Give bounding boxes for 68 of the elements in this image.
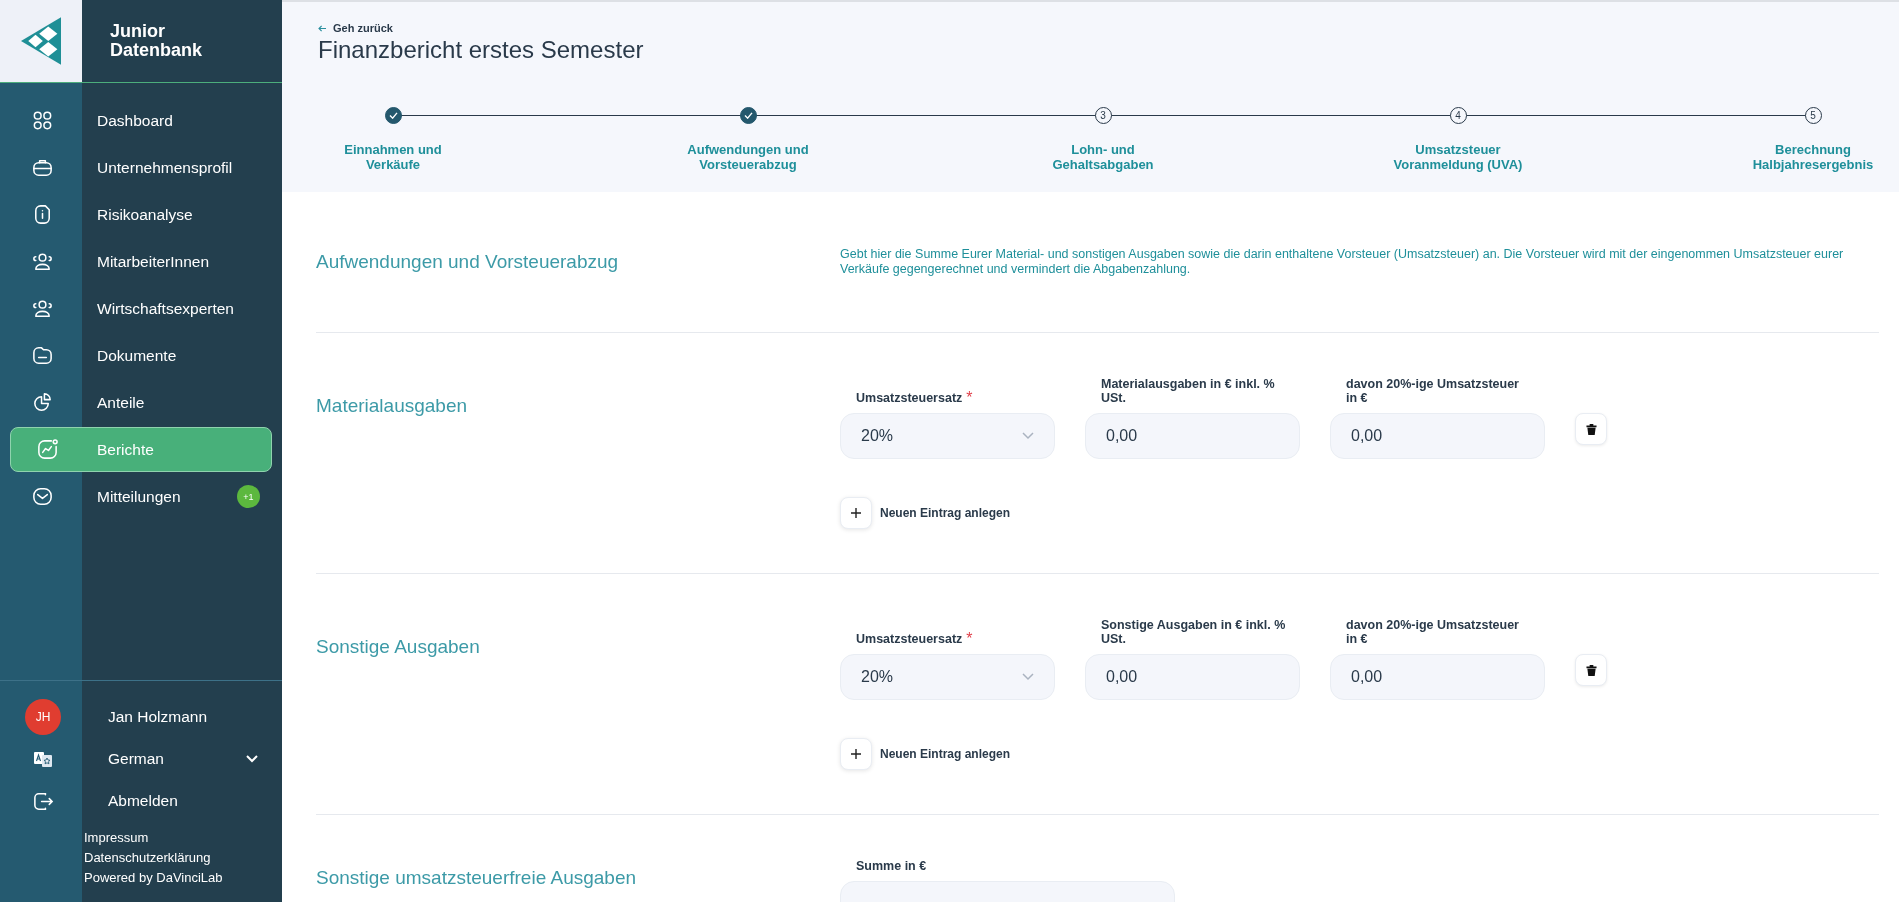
step-number: 5 xyxy=(1804,107,1822,124)
footer-link[interactable]: Impressum xyxy=(84,828,282,848)
field-label: Umsatzsteuersatz xyxy=(856,632,963,646)
nav-item[interactable]: Mitteilungen +1 xyxy=(0,474,272,519)
step-label[interactable]: Umsatzsteuer Voranmeldung (UVA) xyxy=(1393,142,1523,172)
nav-item[interactable]: Wirtschaftsexperten xyxy=(0,286,272,331)
chevron-down-icon xyxy=(1022,673,1034,681)
step-number: 3 xyxy=(1094,107,1112,124)
delete-button[interactable] xyxy=(1575,654,1607,686)
nav-item[interactable]: Unternehmensprofil xyxy=(0,145,272,190)
logo-icon xyxy=(21,17,61,65)
page-title: Finanzbericht erstes Semester xyxy=(318,36,645,64)
avatar: JH xyxy=(25,699,61,735)
arrow-left-icon xyxy=(318,24,327,32)
chevron-down-icon xyxy=(1022,432,1034,440)
input-field[interactable]: 0,00 xyxy=(1330,413,1545,459)
section-title: Aufwendungen und Vorsteuerabzug xyxy=(316,251,620,273)
plus-icon xyxy=(851,749,861,759)
step-label[interactable]: Lohn- und Gehaltsabgaben xyxy=(1052,142,1154,172)
field-label: Sonstige Ausgaben in € inkl. % USt. xyxy=(1101,618,1286,646)
nav-item[interactable]: MitarbeiterInnen xyxy=(0,239,272,284)
count-badge: +1 xyxy=(237,485,260,508)
section-title: Sonstige Ausgaben xyxy=(316,636,481,658)
step-number: 4 xyxy=(1449,107,1467,124)
required-mark: * xyxy=(966,391,973,405)
input-field[interactable]: 0,00 xyxy=(1085,654,1300,700)
step-label[interactable]: Aufwendungen und Vorsteuerabzug xyxy=(687,142,809,172)
line-chart-icon xyxy=(35,438,59,461)
envelope-icon xyxy=(30,485,54,508)
select-field[interactable]: 20% xyxy=(840,413,1055,459)
logout-button[interactable]: Abmelden xyxy=(0,780,282,822)
add-button[interactable] xyxy=(840,738,872,770)
user-name: Jan Holzmann xyxy=(107,708,209,726)
plus-icon xyxy=(851,508,861,518)
add-entry-label[interactable]: Neuen Eintrag anlegen xyxy=(880,747,1011,761)
checkmark-icon xyxy=(388,112,398,119)
trash-icon xyxy=(1585,422,1597,436)
input-field[interactable]: 0,00 xyxy=(1085,413,1300,459)
language-select[interactable]: German xyxy=(0,738,282,780)
delete-button[interactable] xyxy=(1575,413,1607,445)
step-label[interactable]: Berechnung Halbjahresergebnis xyxy=(1752,142,1874,172)
section-title: Sonstige umsatzsteuerfreie Ausgaben xyxy=(316,867,638,889)
footer-link[interactable]: Powered by DaVinciLab xyxy=(84,868,282,888)
select-field[interactable]: 20% xyxy=(840,654,1055,700)
section-title: Materialausgaben xyxy=(316,395,469,417)
nav-item[interactable]: Risikoanalyse xyxy=(0,192,272,237)
add-entry-label[interactable]: Neuen Eintrag anlegen xyxy=(880,506,1011,520)
step-label[interactable]: Einnahmen und Verkäufe xyxy=(344,142,442,172)
folder-icon xyxy=(30,344,54,367)
add-button[interactable] xyxy=(840,497,872,529)
nav-item[interactable]: Dokumente xyxy=(0,333,272,378)
checkmark-icon xyxy=(743,112,753,119)
field-label: davon 20%-ige Umsatzsteuer in € xyxy=(1346,377,1519,405)
back-link[interactable]: Geh zurück xyxy=(318,22,393,34)
trash-icon xyxy=(1585,663,1597,677)
nav-item[interactable]: Anteile xyxy=(0,380,272,425)
field-label: Umsatzsteuersatz xyxy=(856,391,963,405)
nav-item[interactable]: Dashboard xyxy=(0,98,272,143)
brand-name: Junior Datenbank xyxy=(109,22,204,60)
field-label: Summe in € xyxy=(856,859,927,873)
input-field[interactable]: 0,00 xyxy=(1330,654,1545,700)
chevron-down-icon xyxy=(246,755,258,763)
section-description: Gebt hier die Summe Eurer Material- und sonstigen Ausgaben sowie die darin enthaltene Vorsteuer (Umsatzsteuer) an. Die Vorsteuer wird mit der eingenommen Umsatzsteuer eurer Verkäufe gegengerechnet und vermindert die Abgabenzahlung. xyxy=(840,247,1845,277)
field-label: davon 20%-ige Umsatzsteuer in € xyxy=(1346,618,1519,646)
translate-icon xyxy=(33,749,53,769)
field-label: Materialausgaben in € inkl. % USt. xyxy=(1101,377,1275,405)
footer-link[interactable]: Datenschutzerklärung xyxy=(84,848,282,868)
required-mark: * xyxy=(966,632,973,646)
